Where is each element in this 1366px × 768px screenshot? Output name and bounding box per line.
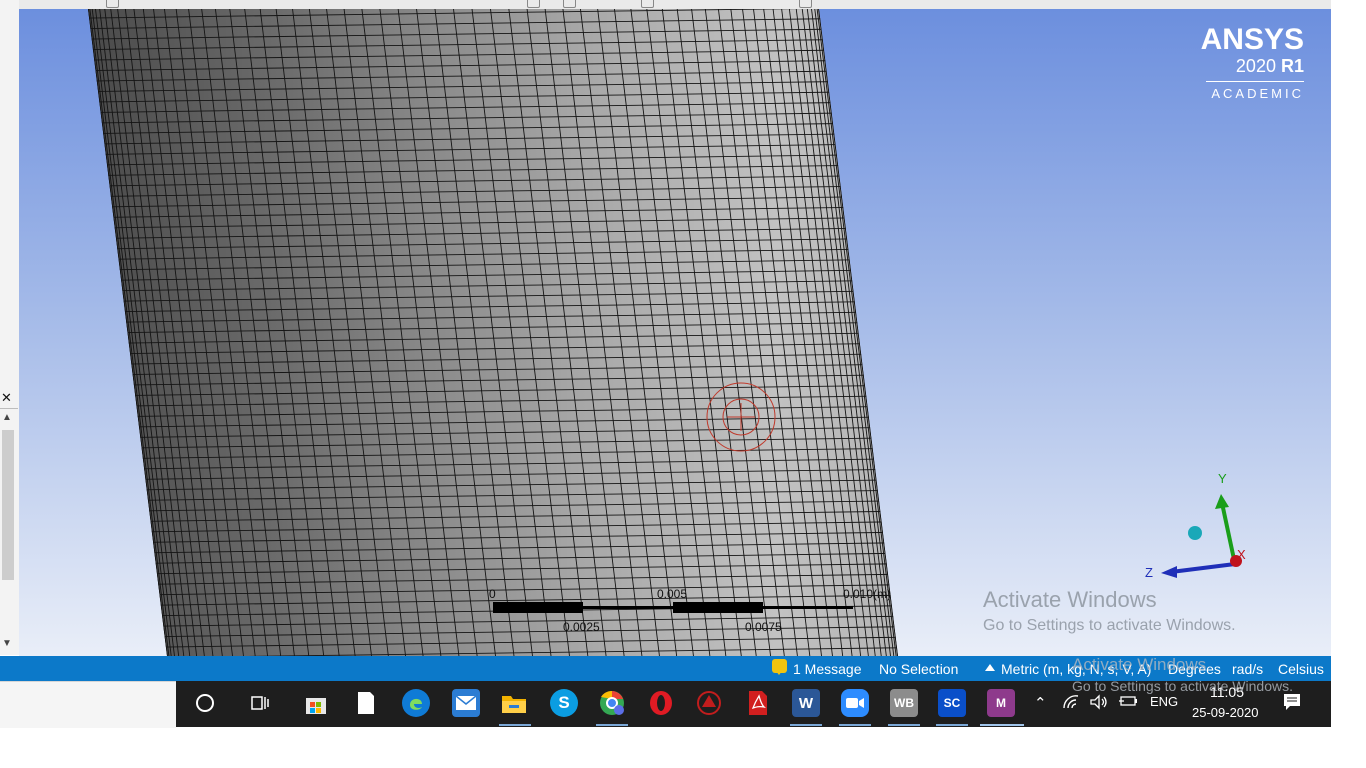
scale-label-mid: 0.005: [657, 587, 687, 601]
ansys-logo: ANSYS 2020 R1 ACADEMIC: [1201, 25, 1304, 101]
panel-divider: [0, 408, 18, 409]
axis-triad[interactable]: Y X Z: [1145, 471, 1246, 580]
graphics-viewport[interactable]: 0 0.005 0.010(m) 0.0025 0.0075 Y X Z ANS…: [19, 9, 1331, 656]
window-margin: [1331, 0, 1366, 655]
clock-date[interactable]: 25-09-2020: [1192, 705, 1259, 720]
mechanical-icon[interactable]: M: [987, 689, 1015, 717]
store-icon[interactable]: [302, 689, 330, 717]
spaceclaim-label: SC: [943, 696, 961, 710]
windows-taskbar: Activate Windows Go to Settings to activ…: [176, 655, 1331, 727]
spaceclaim-running-indicator: [936, 724, 968, 726]
scroll-up-icon[interactable]: ▲: [2, 412, 12, 423]
selection-status: No Selection: [879, 661, 959, 677]
skype-icon[interactable]: S: [550, 689, 578, 717]
mechanical-active-indicator: [980, 724, 1024, 726]
logo-brand: ANSYS: [1200, 23, 1304, 56]
clock-time[interactable]: 11:05: [1210, 684, 1244, 700]
word-running-indicator: [790, 724, 822, 726]
toolbar: [19, 0, 1331, 9]
notepad-icon[interactable]: [352, 689, 380, 717]
mechanical-label: M: [996, 696, 1006, 710]
message-icon[interactable]: [772, 659, 787, 675]
acrobat-icon[interactable]: [744, 689, 772, 717]
workbench-icon[interactable]: WB: [890, 689, 918, 717]
chrome-icon[interactable]: [598, 689, 626, 717]
scale-label-0: 0: [489, 587, 496, 601]
activate-watermark-echo-sub: Go to Settings to activate Windows.: [1072, 678, 1293, 694]
workbench-label: WB: [894, 696, 914, 710]
triad-z-label: Z: [1145, 565, 1153, 580]
wifi-icon[interactable]: [1062, 694, 1080, 713]
outline-panel-edge: ✕ ▲ ▼: [0, 0, 20, 655]
mesh-display-icon[interactable]: [641, 0, 654, 8]
scrollbar-thumb[interactable]: [2, 430, 14, 580]
notifications-icon[interactable]: [1282, 692, 1302, 715]
logo-rule: [1206, 81, 1304, 82]
volume-icon[interactable]: [1089, 694, 1109, 713]
opera-icon[interactable]: [647, 689, 675, 717]
scale-label-quarter: 0.0025: [563, 620, 600, 634]
select-mode-icon[interactable]: [106, 0, 119, 8]
scale-label-end: 0.010(m): [843, 587, 891, 601]
cortana-icon[interactable]: [191, 689, 219, 717]
mail-icon[interactable]: [452, 689, 480, 717]
word-icon[interactable]: W: [792, 689, 820, 717]
logo-version: 2020 R1: [1235, 56, 1304, 76]
logo-edition: ACADEMIC: [1211, 86, 1304, 101]
taskbar-search-area[interactable]: [0, 681, 176, 728]
triad-x-label: X: [1237, 547, 1246, 562]
chrome-running-indicator: [596, 724, 628, 726]
close-panel-icon[interactable]: ✕: [1, 390, 12, 406]
box-select-icon[interactable]: [527, 0, 540, 8]
messages-status[interactable]: 1 Message: [793, 661, 861, 677]
task-view-icon[interactable]: [246, 689, 274, 717]
annotation-icon[interactable]: [799, 0, 812, 8]
activate-subtitle: Go to Settings to activate Windows.: [983, 617, 1236, 634]
edge-icon[interactable]: [402, 689, 430, 717]
meshed-cylinder: 0 0.005 0.010(m) 0.0025 0.0075 Y X Z: [88, 9, 1246, 656]
autodesk-icon[interactable]: [695, 689, 723, 717]
activate-title: Activate Windows: [983, 587, 1157, 612]
zoom-icon[interactable]: [841, 689, 869, 717]
file-explorer-icon[interactable]: [500, 689, 528, 717]
triad-y-label: Y: [1218, 471, 1227, 486]
explorer-running-indicator: [499, 724, 531, 726]
angular-velocity-unit[interactable]: rad/s: [1232, 661, 1263, 677]
scroll-down-icon[interactable]: ▼: [2, 638, 12, 649]
battery-icon[interactable]: [1118, 694, 1138, 711]
workbench-running-indicator: [888, 724, 920, 726]
units-menu-icon[interactable]: [985, 664, 995, 671]
scale-label-three-quarter: 0.0075: [745, 620, 782, 634]
face-select-icon[interactable]: [563, 0, 576, 8]
language-indicator[interactable]: ENG: [1150, 694, 1178, 709]
chevron-up-icon[interactable]: ⌃: [1034, 694, 1047, 712]
spaceclaim-icon[interactable]: SC: [938, 689, 966, 717]
zoom-running-indicator: [839, 724, 871, 726]
temperature-unit[interactable]: Celsius: [1278, 661, 1324, 677]
activate-watermark-echo: Activate Windows: [1072, 655, 1207, 674]
activate-windows-watermark: Activate Windows Go to Settings to activ…: [983, 587, 1236, 635]
